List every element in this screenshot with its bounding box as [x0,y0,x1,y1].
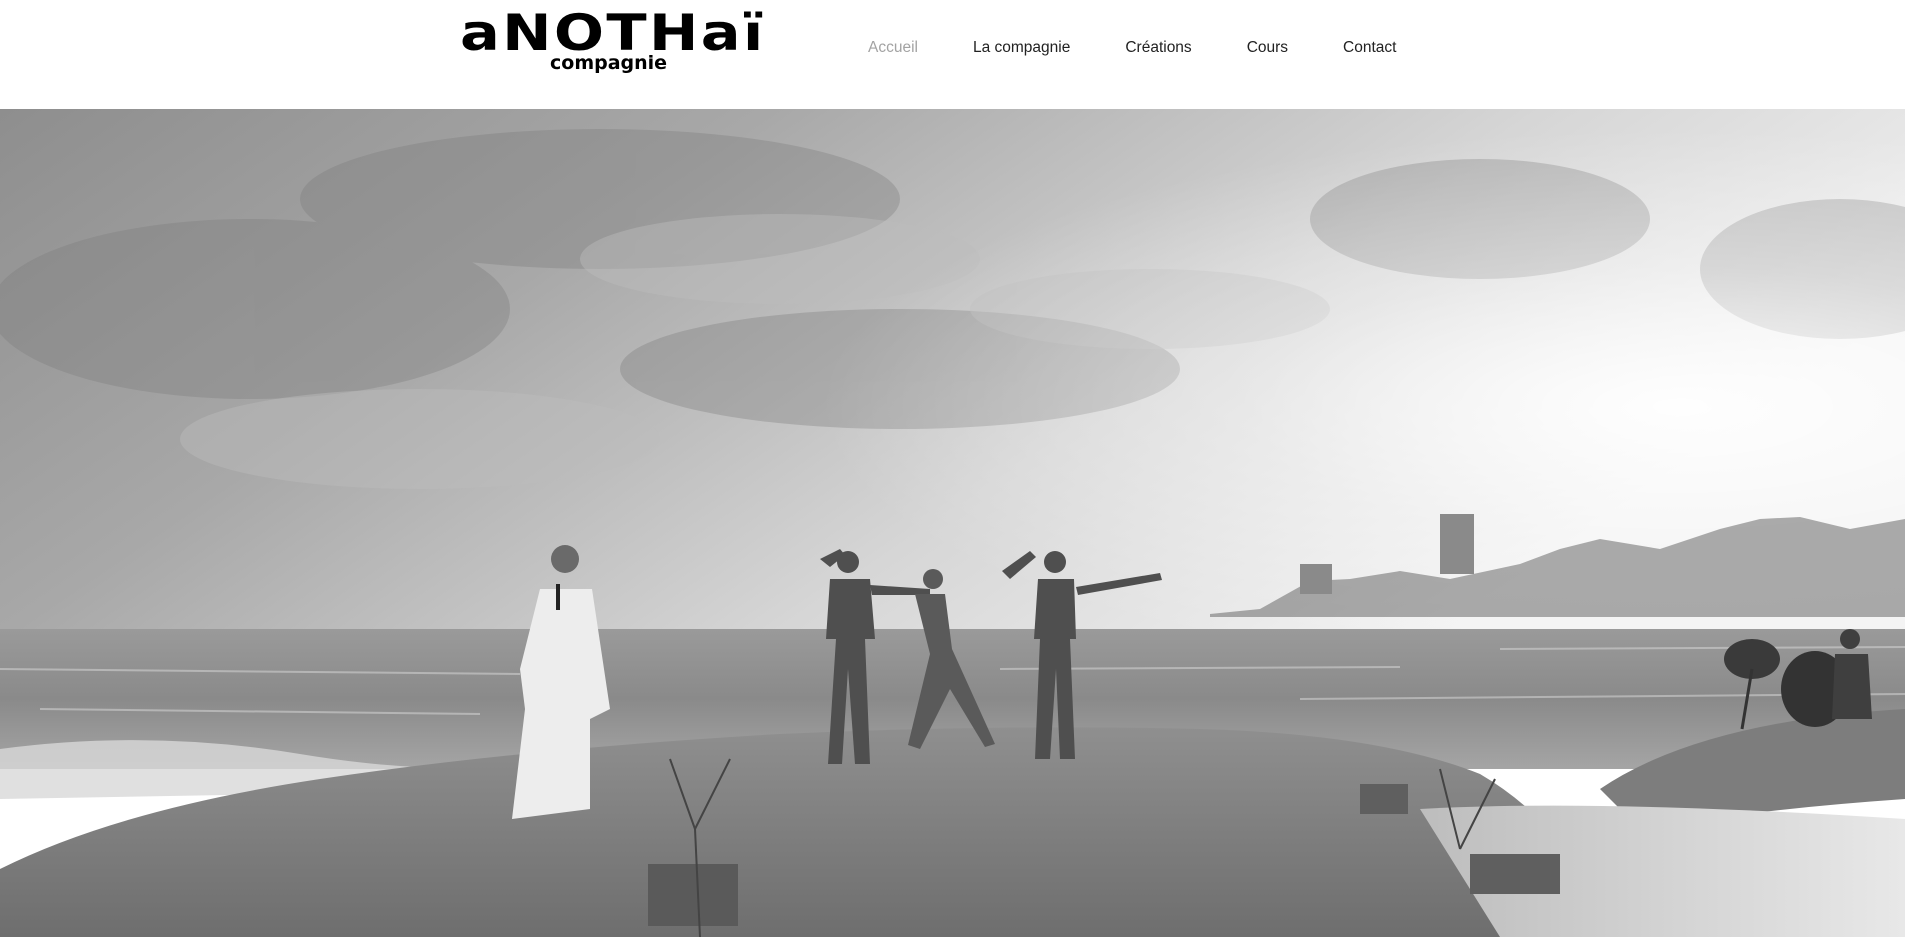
site-header: aNOTHaï compagnie Accueil La compagnie C… [0,0,1905,109]
nav-item-accueil[interactable]: Accueil [868,39,918,57]
nav-item-cours[interactable]: Cours [1247,39,1288,57]
nav-item-creations[interactable]: Créations [1125,39,1191,57]
logo-wordmark: aNOTHaï [460,4,766,62]
site-logo[interactable]: aNOTHaï compagnie [460,8,763,76]
beach-performance-image [0,109,1905,937]
logo-subtitle: compagnie [550,52,668,74]
main-nav: Accueil La compagnie Créations Cours Con… [868,36,1396,60]
nav-item-contact[interactable]: Contact [1343,39,1396,57]
hero-photo [0,109,1905,937]
nav-item-la-compagnie[interactable]: La compagnie [973,39,1070,57]
